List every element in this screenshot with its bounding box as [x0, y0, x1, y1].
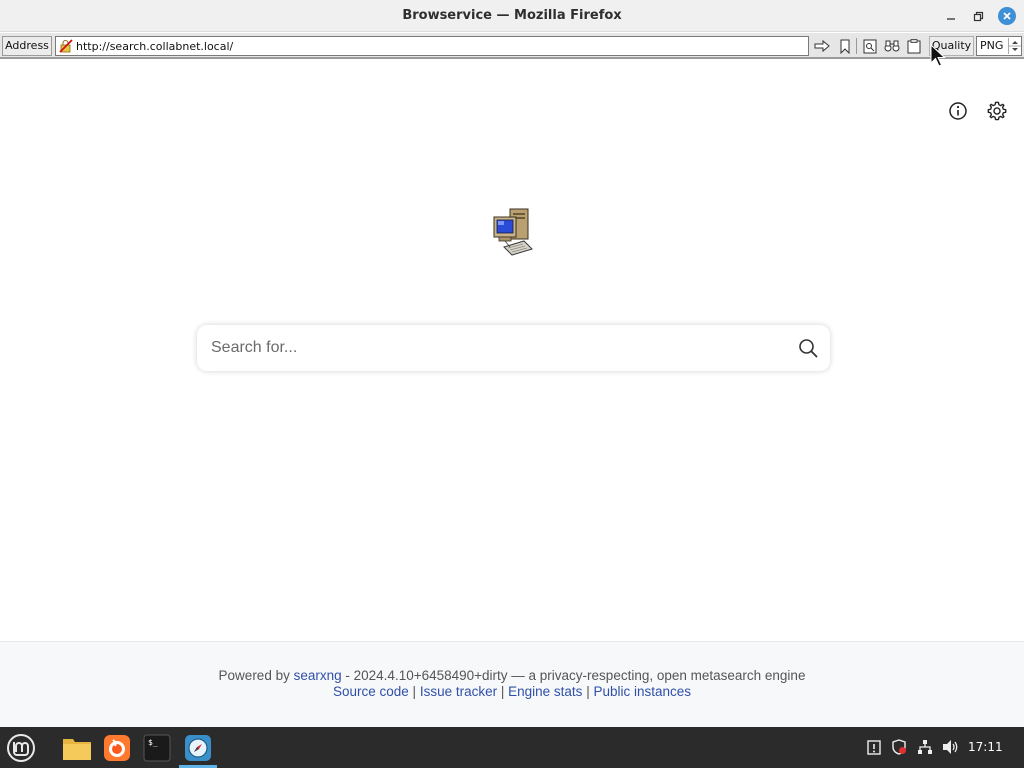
clipboard-icon	[907, 38, 921, 53]
volume-tray-icon	[943, 740, 958, 754]
find-button[interactable]	[861, 37, 879, 55]
files-launcher[interactable]	[60, 731, 94, 765]
bookmark-button[interactable]	[836, 37, 854, 55]
quality-selector[interactable]: PNG	[976, 36, 1022, 56]
mint-menu-icon	[7, 734, 35, 762]
mouse-cursor-icon	[930, 44, 946, 67]
update-shield-tray[interactable]	[890, 738, 908, 756]
page-footer: Powered by searxng - 2024.4.10+6458490+d…	[0, 641, 1024, 727]
go-arrow-icon	[814, 39, 830, 53]
engine-stats-link[interactable]: Engine stats	[508, 684, 582, 699]
powered-by-text: Powered by	[218, 668, 290, 683]
firefox-icon	[104, 735, 130, 761]
find-next-button[interactable]	[883, 37, 901, 55]
taskbar: $_ 17:11	[0, 727, 1024, 768]
close-icon	[1003, 12, 1011, 20]
search-icon	[799, 339, 818, 358]
terminal-launcher[interactable]: $_	[140, 731, 174, 765]
footer-powered-by: Powered by searxng - 2024.4.10+6458490+d…	[0, 668, 1024, 683]
footer-links: Source code | Issue tracker | Engine sta…	[0, 684, 1024, 699]
minimize-button[interactable]	[942, 7, 960, 25]
address-label: Address	[2, 36, 52, 56]
address-bar[interactable]	[55, 36, 809, 56]
network-tray[interactable]	[916, 738, 934, 756]
binoculars-icon	[884, 40, 900, 52]
toolbar-divider	[856, 38, 857, 54]
quality-value: PNG	[980, 39, 1004, 52]
maximize-button[interactable]	[969, 7, 987, 25]
browser-toolbar: Address Quality PNG	[0, 33, 1024, 59]
minimize-icon	[947, 18, 955, 20]
search-button[interactable]	[796, 336, 820, 360]
browser-icon	[185, 735, 211, 761]
window-title: Browservice — Mozilla Firefox	[402, 8, 622, 23]
restore-icon	[973, 11, 983, 21]
preferences-button[interactable]	[985, 99, 1009, 123]
terminal-icon: $_	[143, 734, 171, 762]
shield-tray-icon	[892, 739, 906, 755]
about-button[interactable]	[946, 99, 970, 123]
footer-separator: |	[586, 684, 590, 699]
bookmark-icon	[840, 39, 850, 54]
quality-spinner[interactable]	[1008, 38, 1021, 54]
gear-icon	[987, 101, 1007, 121]
footer-separator: |	[500, 684, 505, 699]
search-box[interactable]	[197, 325, 830, 371]
searxng-logo-computer-icon	[493, 208, 533, 256]
source-code-link[interactable]: Source code	[333, 684, 409, 699]
searxng-link[interactable]: searxng	[294, 668, 342, 683]
svg-text:$_: $_	[148, 738, 158, 747]
window-titlebar: Browservice — Mozilla Firefox	[0, 0, 1024, 32]
network-tray-icon	[918, 740, 932, 754]
browservice-window-button[interactable]	[181, 731, 215, 765]
info-icon	[949, 102, 967, 120]
files-icon	[63, 739, 91, 760]
close-button[interactable]	[998, 7, 1016, 25]
search-input[interactable]	[211, 337, 771, 359]
volume-tray[interactable]	[942, 738, 960, 756]
clipboard-button[interactable]	[905, 37, 923, 55]
find-icon	[863, 39, 877, 53]
url-input[interactable]	[76, 38, 804, 54]
clipboard-tray[interactable]	[865, 738, 883, 756]
mint-menu-button[interactable]	[4, 731, 38, 765]
go-button[interactable]	[813, 37, 831, 55]
taskbar-clock[interactable]: 17:11	[968, 740, 1003, 754]
public-instances-link[interactable]: Public instances	[593, 684, 691, 699]
firefox-launcher[interactable]	[100, 731, 134, 765]
issue-tracker-link[interactable]: Issue tracker	[420, 684, 497, 699]
clipboard-tray-icon	[867, 740, 881, 755]
spinner-arrows-icon	[1009, 41, 1021, 51]
footer-separator: |	[412, 684, 417, 699]
insecure-connection-icon	[59, 39, 73, 53]
page-content: Powered by searxng - 2024.4.10+6458490+d…	[0, 61, 1024, 727]
version-text: - 2024.4.10+6458490+dirty — a privacy-re…	[345, 668, 806, 683]
